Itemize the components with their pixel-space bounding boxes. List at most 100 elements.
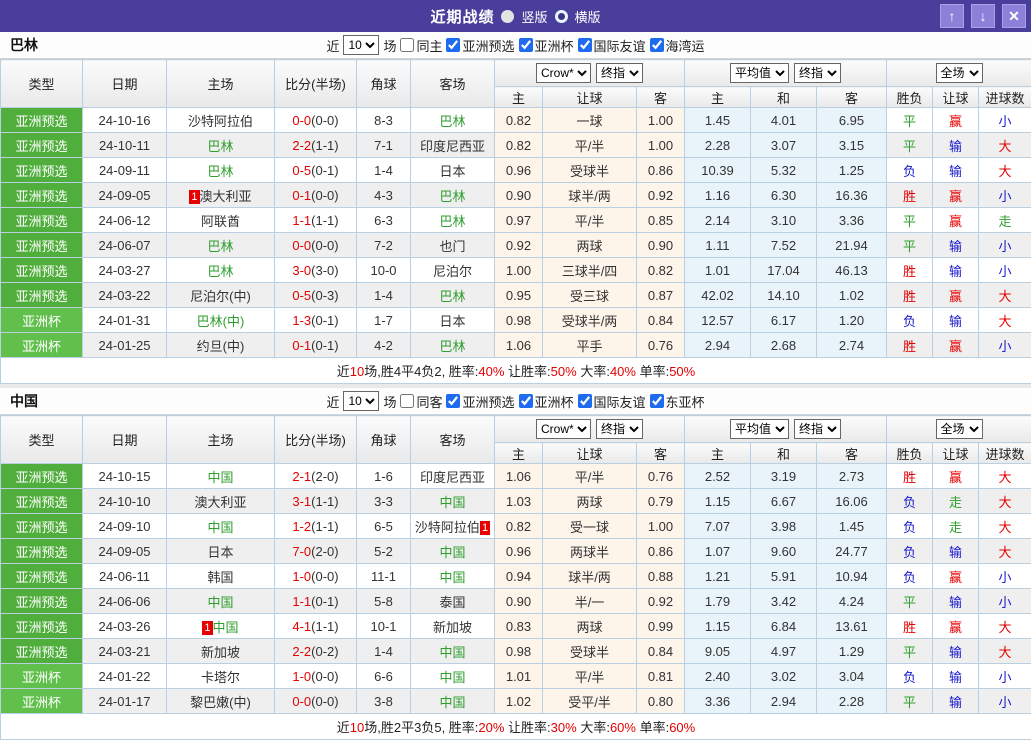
handicap-odds-cell-1: 球半/两: [543, 183, 637, 208]
same-venue-checkbox[interactable]: 同客: [400, 392, 442, 411]
result-cell-2: 大: [979, 614, 1031, 639]
handicap-odds-cell-0: 1.00: [495, 258, 543, 283]
home-team-name: 黎巴嫩(中): [190, 695, 251, 710]
half-time-score: (1-1): [311, 494, 338, 509]
competition-checkbox-3[interactable]: 东亚杯: [650, 392, 705, 411]
close-icon[interactable]: ✕: [1002, 4, 1026, 28]
result-cell-1: 输: [933, 664, 979, 689]
section-filter-row: 中国近10场同客亚洲预选亚洲杯国际友谊东亚杯: [0, 388, 1031, 415]
home-team-cell: 中国: [167, 514, 275, 539]
away-team-cell: 尼泊尔: [411, 258, 495, 283]
score-cell: 0-1(0-1): [275, 333, 357, 358]
full-time-score: 2-1: [292, 469, 311, 484]
date-cell: 24-09-10: [83, 514, 167, 539]
odds-time-select[interactable]: 终指: [596, 419, 643, 439]
result-cell-1: 赢: [933, 208, 979, 233]
vertical-radio-label[interactable]: 竖版: [521, 7, 547, 26]
handicap-odds-cell-0: 1.03: [495, 489, 543, 514]
average-odds-cell-1: 17.04: [751, 258, 817, 283]
result-group-selects: 全场: [887, 63, 1031, 83]
full-match-select[interactable]: 全场: [936, 63, 983, 83]
matches-label: 场: [383, 36, 396, 55]
handicap-odds-cell-0: 0.83: [495, 614, 543, 639]
result-cell-1: 赢: [933, 283, 979, 308]
handicap-odds-cell-2: 1.00: [637, 133, 685, 158]
horizontal-radio-label[interactable]: 横版: [575, 7, 601, 26]
competition-label: 亚洲杯: [535, 392, 574, 411]
score-cell: 0-0(0-0): [275, 233, 357, 258]
checkbox-input[interactable]: [578, 38, 592, 52]
checkbox-input[interactable]: [400, 38, 414, 52]
handicap-odds-cell-2: 0.79: [637, 489, 685, 514]
competition-checkbox-3[interactable]: 海湾运: [650, 36, 705, 55]
checkbox-input[interactable]: [578, 394, 592, 408]
home-team-cell: 巴林(中): [167, 308, 275, 333]
result-group-selects: 全场: [887, 419, 1031, 439]
matches-table: 类型日期主场比分(半场)角球客场Crow*终指平均值终指全场主让球客主和客胜负让…: [0, 59, 1031, 384]
summary-segment: 单率:: [636, 364, 669, 379]
away-team-name: 中国: [439, 645, 465, 660]
average-group-selects: 平均值终指: [685, 419, 886, 439]
same-venue-checkbox[interactable]: 同主: [400, 36, 442, 55]
average-odds-cell-1: 6.30: [751, 183, 817, 208]
half-time-score: (1-1): [311, 213, 338, 228]
corner-cell: 8-3: [357, 108, 411, 133]
full-match-select[interactable]: 全场: [936, 419, 983, 439]
titlebar: 近期战绩 竖版 横版 ↑ ↓ ✕: [0, 0, 1031, 32]
average-odds-cell-0: 1.07: [685, 539, 751, 564]
odds-time-select[interactable]: 终指: [596, 63, 643, 83]
home-team-cell: 1中国: [167, 614, 275, 639]
bookmaker-group-selects: Crow*终指: [495, 419, 684, 439]
avg-odds-time-select[interactable]: 终指: [794, 419, 841, 439]
summary-segment: 40%: [610, 364, 636, 379]
handicap-odds-cell-0: 0.98: [495, 639, 543, 664]
match-type-cell: 亚洲预选: [1, 639, 83, 664]
checkbox-input[interactable]: [446, 394, 460, 408]
competition-checkbox-0[interactable]: 亚洲预选: [446, 392, 514, 411]
checkbox-input[interactable]: [446, 38, 460, 52]
average-select[interactable]: 平均值: [730, 63, 789, 83]
result-cell-1: 赢: [933, 464, 979, 489]
handicap-odds-cell-2: 0.90: [637, 233, 685, 258]
checkbox-input[interactable]: [650, 394, 664, 408]
bookmaker-select[interactable]: Crow*: [536, 419, 591, 439]
average-odds-cell-0: 1.01: [685, 258, 751, 283]
checkbox-input[interactable]: [519, 38, 533, 52]
average-odds-cell-1: 3.07: [751, 133, 817, 158]
score-cell: 1-2(1-1): [275, 514, 357, 539]
result-cell-1: 输: [933, 233, 979, 258]
result-cell-1: 赢: [933, 564, 979, 589]
vertical-radio[interactable]: [501, 10, 514, 23]
competition-checkbox-1[interactable]: 亚洲杯: [519, 36, 574, 55]
match-count-select[interactable]: 10: [343, 35, 379, 55]
matches-label: 场: [383, 392, 396, 411]
avg-odds-time-select[interactable]: 终指: [794, 63, 841, 83]
average-odds-cell-1: 6.84: [751, 614, 817, 639]
home-team-cell: 约旦(中): [167, 333, 275, 358]
average-select[interactable]: 平均值: [730, 419, 789, 439]
summary-segment: 50%: [551, 364, 577, 379]
away-team-cell: 新加坡: [411, 614, 495, 639]
summary-segment: 单率:: [636, 720, 669, 735]
competition-checkbox-2[interactable]: 国际友谊: [578, 36, 646, 55]
match-count-select[interactable]: 10: [343, 391, 379, 411]
move-down-button[interactable]: ↓: [971, 4, 995, 28]
result-cell-2: 大: [979, 639, 1031, 664]
date-cell: 24-10-15: [83, 464, 167, 489]
checkbox-input[interactable]: [650, 38, 664, 52]
checkbox-input[interactable]: [519, 394, 533, 408]
horizontal-radio[interactable]: [555, 10, 568, 23]
handicap-odds-cell-2: 0.84: [637, 639, 685, 664]
corner-cell: 11-1: [357, 564, 411, 589]
competition-checkbox-0[interactable]: 亚洲预选: [446, 36, 514, 55]
match-row: 亚洲预选24-06-12阿联酋1-1(1-1)6-3巴林0.97平/半0.852…: [1, 208, 1031, 233]
competition-checkbox-1[interactable]: 亚洲杯: [519, 392, 574, 411]
competition-checkbox-2[interactable]: 国际友谊: [578, 392, 646, 411]
match-row: 亚洲预选24-09-11巴林0-5(0-1)1-4日本0.96受球半0.8610…: [1, 158, 1031, 183]
move-up-button[interactable]: ↑: [940, 4, 964, 28]
result-cell-2: 大: [979, 158, 1031, 183]
home-team-cell: 1澳大利亚: [167, 183, 275, 208]
bookmaker-select[interactable]: Crow*: [536, 63, 591, 83]
checkbox-input[interactable]: [400, 394, 414, 408]
result-cell-2: 小: [979, 689, 1031, 714]
